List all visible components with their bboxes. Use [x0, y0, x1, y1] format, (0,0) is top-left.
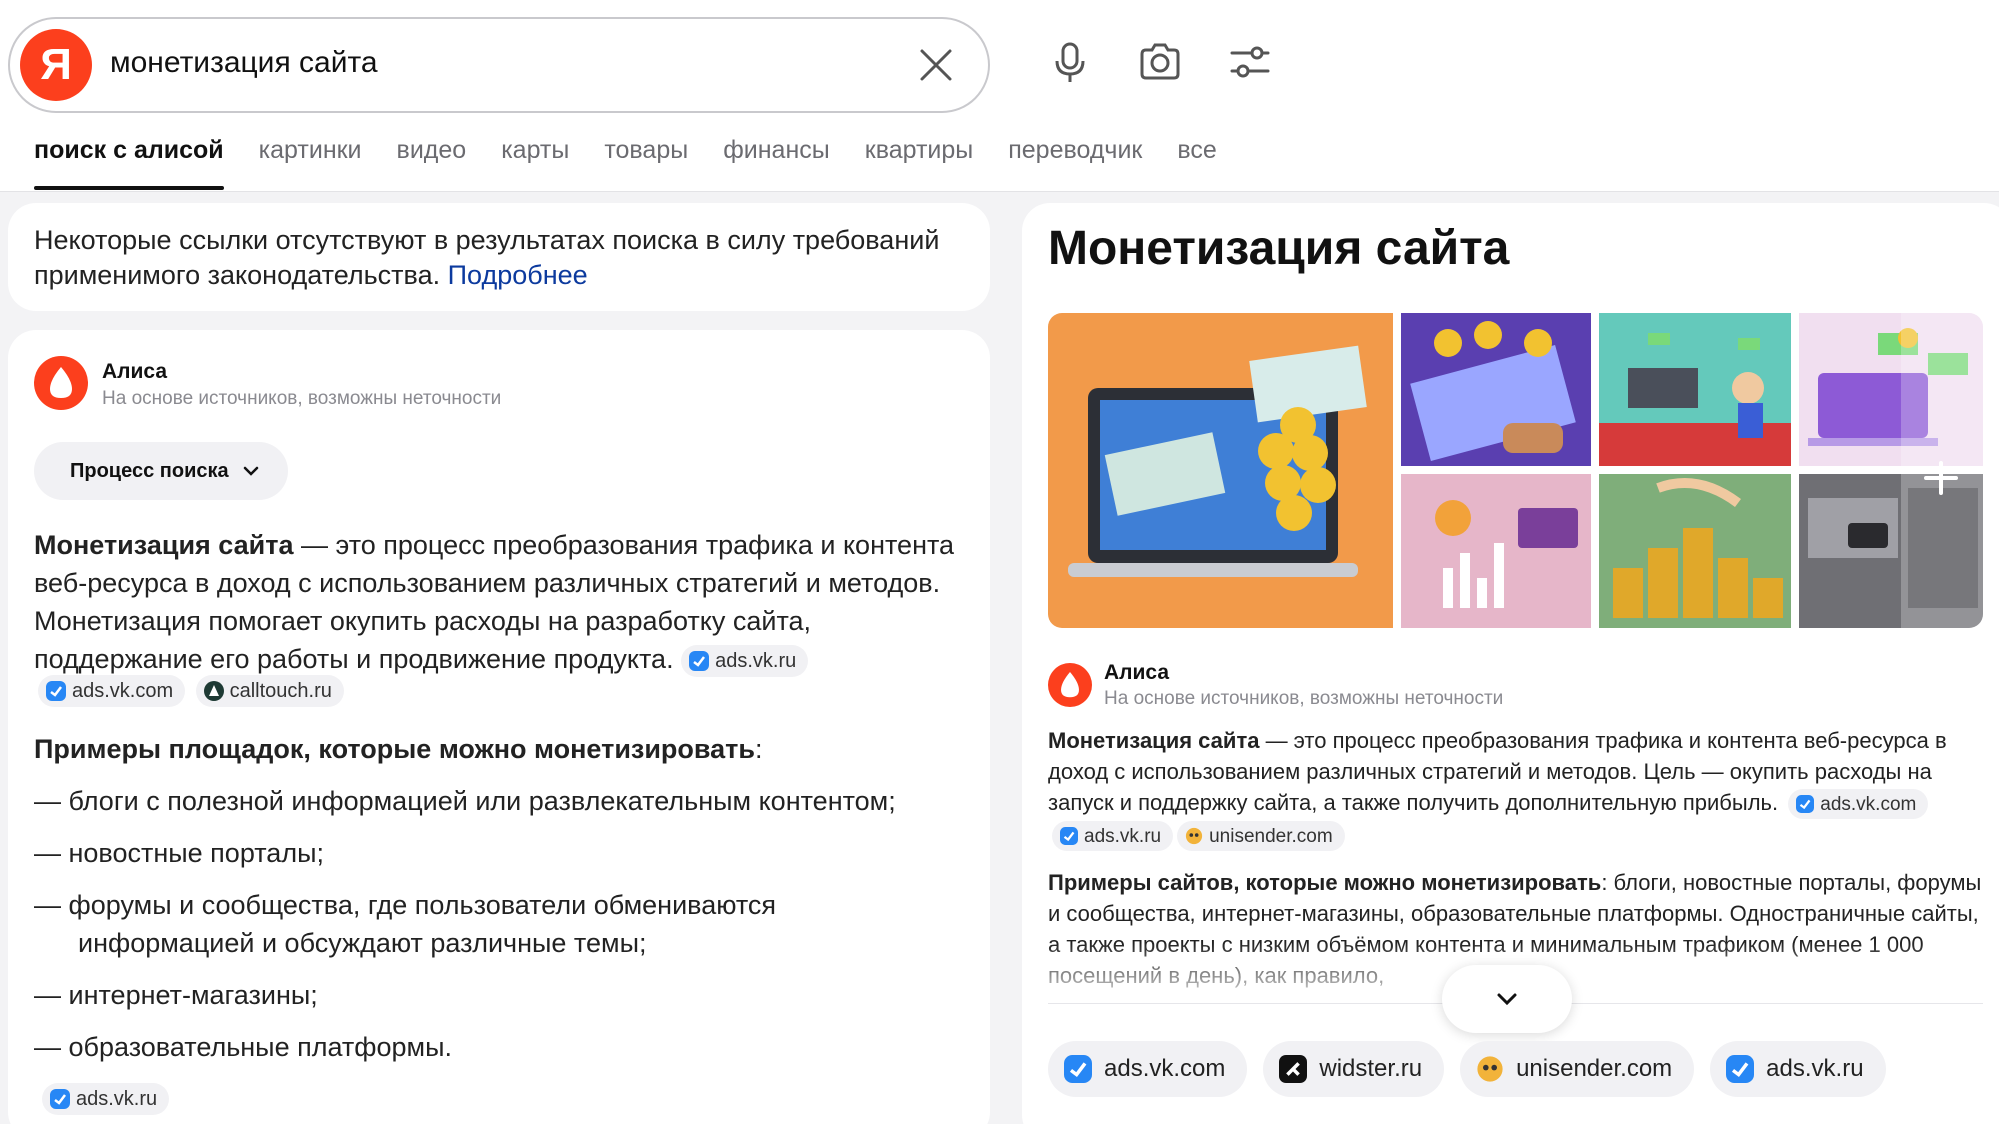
- chevron-down-icon: [1497, 993, 1517, 1006]
- alice-logo-icon: [1048, 663, 1092, 707]
- vk-ads-icon: [50, 1089, 70, 1109]
- tab-finance[interactable]: финансы: [723, 130, 830, 190]
- more-info-link[interactable]: Подробнее: [448, 260, 588, 290]
- widster-icon: [1279, 1055, 1308, 1083]
- panel-definition: Монетизация сайта — это процесс преобраз…: [1048, 725, 1983, 852]
- source-chip[interactable]: ads.vk.com: [38, 675, 186, 707]
- microphone-icon[interactable]: [1046, 38, 1094, 86]
- examples-heading: Примеры площадок, которые можно монетизи…: [34, 730, 763, 768]
- source-chip-label: ads.vk.ru: [715, 649, 797, 672]
- panel-title: Монетизация сайта: [1048, 222, 1510, 275]
- source-chip-label: ads.vk.com: [1104, 1055, 1226, 1082]
- answer-definition: Монетизация сайта — это процесс преобраз…: [34, 526, 964, 678]
- examples-heading-bold: Примеры площадок, которые можно монетизи…: [34, 734, 755, 764]
- tab-products[interactable]: товары: [604, 130, 688, 190]
- vk-ads-icon: [1064, 1055, 1092, 1083]
- alice-logo-icon: [34, 356, 88, 410]
- tab-alice-search[interactable]: поиск с алисой: [34, 130, 224, 190]
- gallery-image-laptop-money[interactable]: [1048, 313, 1393, 628]
- definition-term: Монетизация сайта: [34, 530, 294, 560]
- list-item: — образовательные платформы.: [34, 1032, 452, 1062]
- definition-sources: ads.vk.com calltouch.ru: [38, 675, 350, 707]
- tab-maps[interactable]: карты: [501, 130, 569, 190]
- unisender-icon: [1477, 1056, 1503, 1082]
- source-chip-label: ads.vk.ru: [1766, 1055, 1864, 1082]
- tab-apartments[interactable]: квартиры: [865, 130, 973, 190]
- alice-disclaimer: На основе источников, возможны неточност…: [102, 388, 502, 409]
- source-chip[interactable]: ads.vk.ru: [42, 1083, 170, 1115]
- tab-all[interactable]: все: [1177, 130, 1216, 190]
- list-sources: ads.vk.ru: [42, 1083, 175, 1115]
- source-chip[interactable]: ads.vk.ru: [1052, 821, 1174, 852]
- alice-disclaimer: На основе источников, возможны неточност…: [1104, 688, 1504, 709]
- panel-definition-term: Монетизация сайта: [1048, 728, 1260, 753]
- search-tabs: поиск с алисой картинки видео карты това…: [34, 130, 1252, 190]
- source-chip[interactable]: unisender.com: [1177, 821, 1345, 852]
- knowledge-panel: Монетизация сайта Алиса На основе источн…: [1022, 203, 1999, 1124]
- source-chip-label: calltouch.ru: [229, 679, 332, 702]
- list-item: — новостные порталы;: [34, 838, 324, 868]
- panel-examples-heading: Примеры сайтов, которые можно монетизиро…: [1048, 870, 1602, 895]
- tab-images[interactable]: картинки: [259, 130, 362, 190]
- image-gallery[interactable]: [1048, 313, 1983, 628]
- camera-icon[interactable]: [1136, 38, 1184, 86]
- list-item-continuation: информацией и обсуждают различные темы;: [78, 928, 647, 958]
- vk-ads-icon: [1060, 827, 1078, 846]
- expand-answer-button[interactable]: [1442, 965, 1572, 1033]
- search-process-label: Процесс поиска: [70, 459, 229, 482]
- chevron-down-icon: [243, 466, 258, 476]
- search-process-button[interactable]: Процесс поиска: [34, 442, 288, 500]
- source-chip[interactable]: ads.vk.ru: [681, 644, 809, 677]
- examples-heading-colon: :: [755, 734, 763, 764]
- vk-ads-icon: [1796, 795, 1815, 814]
- gallery-image-man-laptop-cash[interactable]: [1599, 313, 1791, 466]
- vk-ads-icon: [689, 650, 710, 671]
- alice-name: Алиса: [102, 360, 168, 383]
- gallery-image-keyboard-coins[interactable]: [1401, 313, 1591, 466]
- list-item: — форумы и сообщества, где пользователи …: [34, 890, 777, 920]
- calltouch-icon: [203, 681, 224, 701]
- source-chip-label: unisender.com: [1209, 825, 1333, 847]
- source-chip-label: unisender.com: [1516, 1055, 1673, 1082]
- source-chip-label: ads.vk.com: [72, 679, 174, 702]
- gallery-image-coin-stacks[interactable]: [1599, 474, 1791, 628]
- source-chip-label: ads.vk.com: [1820, 793, 1917, 815]
- source-chip-label: ads.vk.ru: [1084, 825, 1162, 847]
- source-chip[interactable]: calltouch.ru: [195, 675, 344, 707]
- close-icon[interactable]: [916, 45, 956, 85]
- tab-translator[interactable]: переводчик: [1008, 130, 1142, 190]
- source-chip-widster[interactable]: widster.ru: [1263, 1041, 1445, 1097]
- legal-notice: Некоторые ссылки отсутствуют в результат…: [34, 223, 974, 293]
- panel-source-chips: ads.vk.com widster.ru unisender.com ads.…: [1048, 1041, 1886, 1097]
- gallery-image-analytics[interactable]: [1401, 474, 1591, 628]
- source-chip-ads-vk-ru[interactable]: ads.vk.ru: [1710, 1041, 1886, 1097]
- vk-ads-icon: [46, 681, 66, 701]
- source-chip-ads-vk-com[interactable]: ads.vk.com: [1048, 1041, 1248, 1097]
- list-item: — блоги с полезной информацией или развл…: [34, 786, 896, 816]
- source-chip-label: widster.ru: [1319, 1055, 1423, 1082]
- search-box[interactable]: Я монетизация сайта: [8, 17, 990, 113]
- source-chip[interactable]: ads.vk.com: [1788, 789, 1929, 820]
- alice-name: Алиса: [1104, 661, 1170, 684]
- source-chip-unisender[interactable]: unisender.com: [1460, 1041, 1695, 1097]
- vk-ads-icon: [1726, 1055, 1755, 1083]
- yandex-logo[interactable]: Я: [20, 29, 92, 101]
- unisender-icon: [1185, 828, 1203, 845]
- source-chip-label: ads.vk.ru: [76, 1087, 158, 1110]
- header: Я монетизация сайта поиск с алисой карти…: [0, 0, 1999, 192]
- list-item: — интернет-магазины;: [34, 980, 318, 1010]
- tab-video[interactable]: видео: [397, 130, 467, 190]
- legal-notice-card: Некоторые ссылки отсутствуют в результат…: [8, 203, 990, 311]
- filter-settings-icon[interactable]: [1226, 38, 1274, 86]
- search-input[interactable]: монетизация сайта: [110, 46, 378, 80]
- alice-answer-card: Алиса На основе источников, возможны нет…: [8, 330, 990, 1124]
